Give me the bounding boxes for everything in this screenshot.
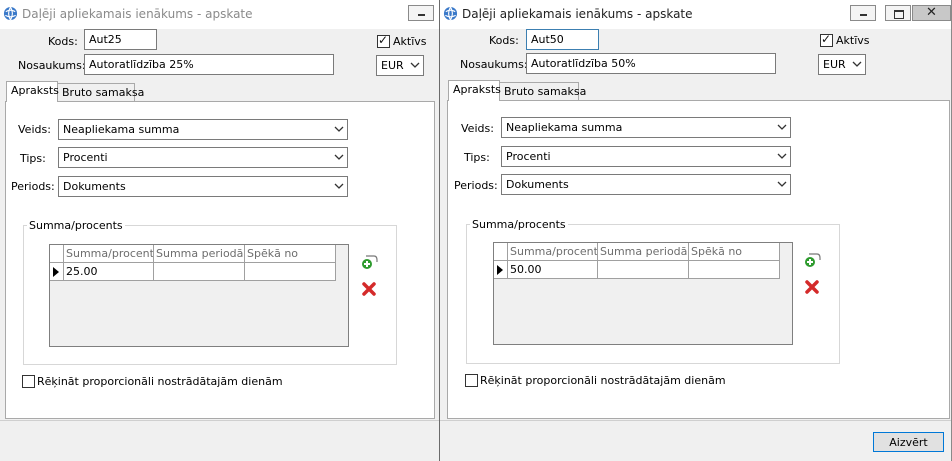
add-row-icon[interactable] (803, 251, 821, 269)
dialog-window-left: Daļēji apliekamais ienākums - apskate Ko… (0, 0, 440, 461)
grid-cell[interactable] (154, 263, 245, 281)
chevron-down-icon (777, 124, 787, 130)
app-globe-icon (443, 6, 458, 21)
periods-select[interactable]: Dokuments (58, 176, 348, 197)
tab-panel-apraksts: Veids: Neapliekama summa Tips: Procenti … (5, 101, 435, 419)
currency-value: EUR (381, 59, 404, 72)
grid-header-speka[interactable]: Spēkā no (245, 245, 336, 263)
summa-grid[interactable]: Summa/procents Summa periodā Spēkā no 50… (493, 242, 793, 345)
currency-select[interactable]: EUR (818, 54, 866, 75)
aktivs-label: Aktīvs (836, 34, 870, 47)
proportional-label: Rēķināt proporcionāli nostrādātajām dien… (480, 374, 726, 387)
aizvert-button[interactable]: Aizvērt (873, 432, 944, 452)
nosaukums-label: Nosaukums: (460, 58, 528, 71)
delete-row-icon[interactable] (360, 280, 378, 298)
proportional-checkbox[interactable] (22, 375, 35, 388)
summa-grid[interactable]: Summa/procents Summa periodā Spēkā no 25… (49, 244, 349, 347)
window-title: Daļēji apliekamais ienākums - apskate (22, 7, 253, 21)
veids-label: Veids: (18, 123, 51, 136)
veids-select[interactable]: Neapliekama summa (58, 119, 348, 140)
chevron-down-icon (852, 61, 862, 67)
veids-value: Neapliekama summa (506, 121, 623, 134)
title-bar[interactable]: Daļēji apliekamais ienākums - apskate (0, 0, 439, 29)
delete-row-icon[interactable] (803, 278, 821, 296)
currency-select[interactable]: EUR (376, 55, 424, 76)
periods-value: Dokuments (63, 180, 126, 193)
periods-value: Dokuments (506, 178, 569, 191)
chevron-down-icon (777, 181, 787, 187)
minimize-button[interactable] (850, 5, 876, 21)
grid-cell[interactable]: 25.00 (64, 263, 154, 281)
grid-header-summa[interactable]: Summa/procents (508, 243, 598, 261)
grid-cell[interactable] (245, 263, 336, 281)
dialog-footer (0, 420, 439, 461)
grid-header-summa[interactable]: Summa/procents (64, 245, 154, 263)
grid-header-periods[interactable]: Summa periodā (598, 243, 689, 261)
tab-panel-apraksts: Veids: Neapliekama summa Tips: Procenti … (447, 100, 950, 419)
grid-cell[interactable] (689, 261, 780, 279)
dialog-window-right: Daļēji apliekamais ienākums - apskate ✕ … (439, 0, 952, 461)
chevron-down-icon (334, 154, 344, 160)
summa-procents-group: Summa/procents Summa/procents Summa peri… (23, 219, 397, 365)
aktivs-checkbox[interactable] (820, 32, 833, 47)
grid-header-periods[interactable]: Summa periodā (154, 245, 245, 263)
tab-apraksts[interactable]: Apraksts (6, 81, 59, 102)
app-globe-icon (3, 6, 18, 21)
tips-value: Procenti (506, 150, 551, 163)
tab-bruto-samaksa[interactable]: Bruto samaksa (57, 83, 144, 102)
tips-value: Procenti (63, 151, 108, 164)
close-button[interactable]: ✕ (912, 5, 951, 21)
chevron-down-icon (334, 126, 344, 132)
grid-cell[interactable]: 50.00 (508, 261, 598, 279)
row-selector[interactable] (494, 261, 508, 279)
minimize-button[interactable] (408, 5, 434, 21)
summa-procents-group: Summa/procents Summa/procents Summa peri… (466, 218, 840, 364)
periods-select[interactable]: Dokuments (501, 174, 791, 195)
currency-value: EUR (823, 58, 846, 71)
tips-select[interactable]: Procenti (501, 146, 791, 167)
maximize-button[interactable] (885, 5, 911, 21)
proportional-checkbox[interactable] (465, 374, 478, 387)
tips-label: Tips: (464, 151, 490, 164)
dialog-footer: Aizvērt (440, 420, 951, 461)
veids-label: Veids: (461, 122, 494, 135)
aktivs-checkbox[interactable] (377, 33, 390, 48)
tips-select[interactable]: Procenti (58, 147, 348, 168)
nosaukums-label: Nosaukums: (18, 59, 86, 72)
kods-label: Kods: (48, 35, 78, 48)
kods-label: Kods: (489, 34, 519, 47)
aktivs-label: Aktīvs (393, 35, 427, 48)
veids-value: Neapliekama summa (63, 123, 180, 136)
tips-label: Tips: (20, 152, 46, 165)
close-icon: ✕ (926, 5, 937, 20)
nosaukums-field[interactable]: Autoratlīdzība 50% (526, 53, 776, 74)
grid-cell[interactable] (598, 261, 689, 279)
proportional-label: Rēķināt proporcionāli nostrādātajām dien… (37, 375, 283, 388)
row-selector[interactable] (50, 263, 64, 281)
title-bar[interactable]: Daļēji apliekamais ienākums - apskate ✕ (440, 0, 951, 29)
grid-corner (494, 243, 508, 261)
chevron-down-icon (777, 153, 787, 159)
chevron-down-icon (334, 183, 344, 189)
grid-header-speka[interactable]: Spēkā no (689, 243, 780, 261)
periods-label: Periods: (454, 179, 498, 192)
periods-label: Periods: (11, 180, 55, 193)
group-label: Summa/procents (27, 219, 125, 232)
kods-field[interactable]: Aut25 (84, 29, 157, 50)
add-row-icon[interactable] (360, 253, 378, 271)
veids-select[interactable]: Neapliekama summa (501, 117, 791, 138)
tab-apraksts[interactable]: Apraksts (448, 80, 501, 101)
window-title: Daļēji apliekamais ienākums - apskate (462, 7, 693, 21)
kods-field[interactable]: Aut50 (526, 29, 599, 50)
tab-bruto-samaksa[interactable]: Bruto samaksa (499, 82, 586, 101)
group-label: Summa/procents (470, 218, 568, 231)
nosaukums-field[interactable]: Autoratlīdzība 25% (84, 54, 334, 75)
chevron-down-icon (410, 62, 420, 68)
grid-corner (50, 245, 64, 263)
